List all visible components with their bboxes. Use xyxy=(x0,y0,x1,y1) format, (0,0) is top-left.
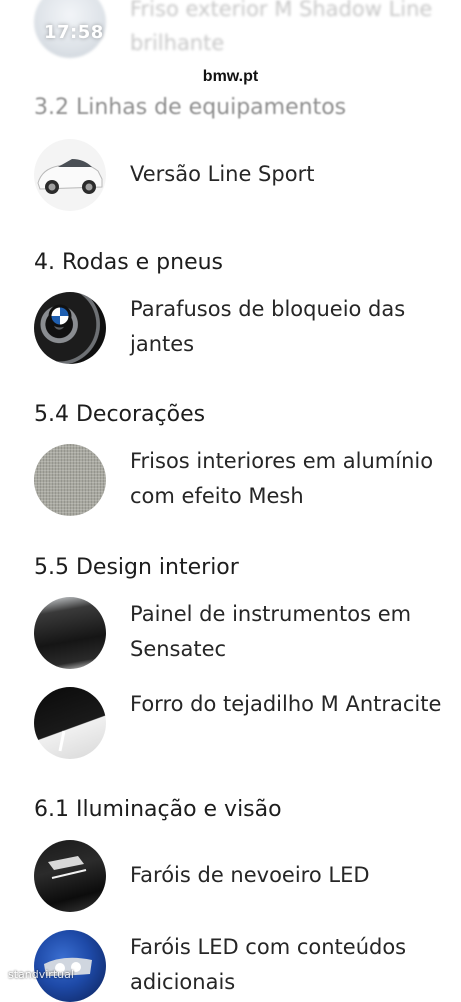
section-title: 5.4 Decorações xyxy=(34,402,206,427)
previous-item-label: Friso exterior M Shadow Line brilhante xyxy=(130,0,433,55)
list-item: Faróis de nevoeiro LED xyxy=(34,840,454,912)
list-item-label: Versão Line Sport xyxy=(130,162,315,186)
list-item-label: Faróis de nevoeiro LED xyxy=(130,863,370,887)
list-item-label: Faróis LED com conteúdos adicionais xyxy=(130,935,407,994)
list-item-label: Painel de instrumentos em Sensatec xyxy=(130,602,412,661)
top-overlay: Friso exterior M Shadow Line brilhante 1… xyxy=(0,0,461,130)
section-title: 6.1 Iluminação e visão xyxy=(34,797,282,822)
car-thumbnail-icon xyxy=(34,139,106,211)
watermark: standvirtual xyxy=(8,968,74,981)
list-item: Faróis LED com conteúdos adicionais xyxy=(34,930,454,1002)
list-item: Painel de instrumentos em Sensatec xyxy=(34,597,454,669)
headliner-thumbnail-icon xyxy=(34,687,106,759)
section-title: 5.5 Design interior xyxy=(34,555,239,580)
section-title: 4. Rodas e pneus xyxy=(34,250,224,275)
mesh-trim-thumbnail-icon xyxy=(34,444,106,516)
fog-light-thumbnail-icon xyxy=(34,840,106,912)
dashboard-thumbnail-icon xyxy=(34,597,106,669)
list-item-label: Frisos interiores em alumínio com efeito… xyxy=(130,449,434,508)
led-headlight-thumbnail-icon xyxy=(34,930,106,1002)
section-title: 3.2 Linhas de equipamentos xyxy=(34,95,347,120)
list-item: Forro do tejadilho M Antracite xyxy=(34,687,454,759)
list-item: Frisos interiores em alumínio com efeito… xyxy=(34,444,454,516)
list-item: Parafusos de bloqueio das jantes xyxy=(34,292,454,364)
list-item-label: Forro do tejadilho M Antracite xyxy=(130,692,442,716)
list-item-label: Parafusos de bloqueio das jantes xyxy=(130,297,406,356)
browser-domain[interactable]: bmw.pt xyxy=(0,68,461,86)
wheel-thumbnail-icon xyxy=(34,292,106,364)
list-item: Versão Line Sport xyxy=(34,139,454,211)
status-time: 17:58 xyxy=(44,22,104,43)
